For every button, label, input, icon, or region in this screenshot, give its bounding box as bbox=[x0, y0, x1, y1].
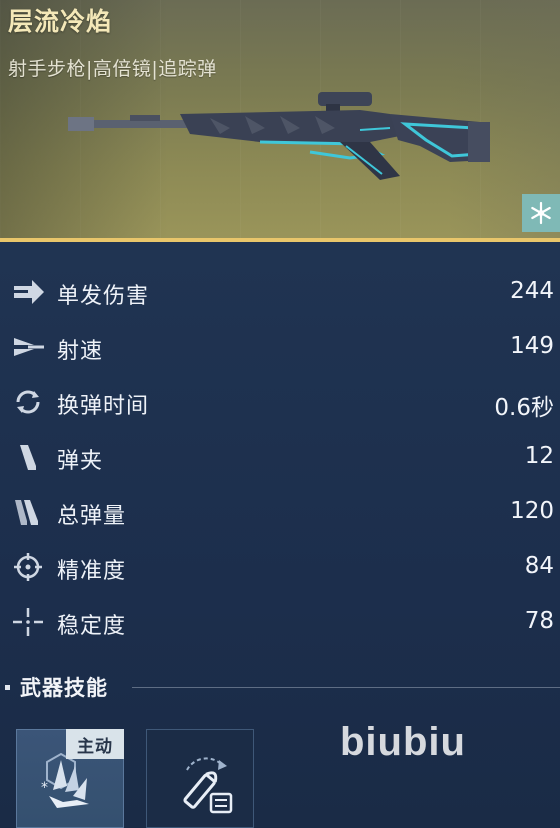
stat-value: 78 bbox=[524, 608, 554, 634]
sniper-rifle-image bbox=[68, 92, 490, 180]
damage-arrow-icon bbox=[14, 280, 44, 304]
stat-row-damage: 单发伤害 244 bbox=[0, 265, 560, 320]
stat-label: 精准度 bbox=[57, 559, 127, 584]
section-divider bbox=[132, 687, 560, 688]
weapon-skills-title: 武器技能 bbox=[20, 676, 108, 700]
weapon-header: 层流冷焰 射手步枪|高倍镜|追踪弹 bbox=[0, 0, 560, 240]
stat-value: 120 bbox=[510, 498, 554, 524]
stat-value: 149 bbox=[510, 333, 554, 359]
stat-label: 弹夹 bbox=[57, 449, 104, 474]
stat-row-total-ammo: 总弹量 120 bbox=[0, 485, 560, 540]
rifle-muzzle bbox=[68, 117, 94, 131]
accuracy-crosshair-icon bbox=[14, 553, 42, 581]
rifle-scope bbox=[318, 92, 372, 106]
stat-value: 0.6秒 bbox=[494, 395, 554, 421]
svg-text:*: * bbox=[41, 780, 48, 796]
stat-row-accuracy: 精准度 84 bbox=[0, 540, 560, 595]
stat-value: 244 bbox=[510, 278, 554, 304]
bullet-reload-skill-icon bbox=[183, 757, 233, 814]
section-bullet bbox=[5, 685, 10, 690]
stat-label: 单发伤害 bbox=[57, 284, 150, 309]
stat-row-reload: 换弹时间 0.6秒 bbox=[0, 375, 560, 430]
weapon-skills-header: 武器技能 bbox=[0, 672, 560, 702]
stat-row-fire-rate: 射速 149 bbox=[0, 320, 560, 375]
stat-row-magazine: 弹夹 12 bbox=[0, 430, 560, 485]
reload-icon bbox=[16, 390, 40, 414]
passive-skill-slot[interactable] bbox=[146, 729, 254, 828]
stat-label: 稳定度 bbox=[57, 614, 127, 639]
magazine-icon bbox=[20, 445, 36, 470]
fire-rate-icon bbox=[14, 338, 44, 356]
snowflake-icon bbox=[531, 201, 551, 225]
rarity-badge bbox=[522, 194, 560, 232]
total-ammo-icon bbox=[15, 500, 38, 525]
stat-label: 换弹时间 bbox=[57, 394, 150, 419]
stability-crosshair-icon bbox=[13, 608, 43, 636]
stat-label: 射速 bbox=[57, 339, 104, 364]
stat-row-stability: 稳定度 78 bbox=[0, 595, 560, 650]
stat-value: 84 bbox=[524, 553, 554, 579]
weapon-name: 层流冷焰 bbox=[8, 7, 113, 36]
active-skill-badge: 主动 bbox=[66, 729, 124, 759]
weapon-tags: 射手步枪|高倍镜|追踪弹 bbox=[8, 58, 217, 80]
stat-label: 总弹量 bbox=[57, 504, 127, 529]
watermark: biubiu bbox=[340, 720, 466, 764]
stat-value: 12 bbox=[524, 443, 554, 469]
